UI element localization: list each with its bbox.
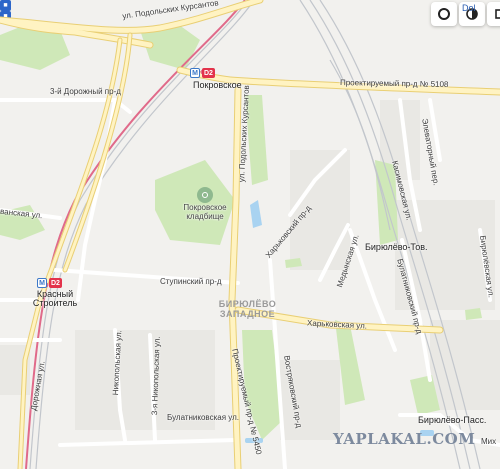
- street-label-stupinsky: Ступинский пр-д: [160, 277, 222, 286]
- station-label-pokrovskoe[interactable]: Покровское: [193, 80, 242, 90]
- street-label-bulatnikovskaya: Булатниковская ул.: [167, 413, 239, 422]
- cemetery-icon[interactable]: [197, 187, 213, 203]
- search-partial-text: Dol: [462, 3, 476, 13]
- poi-label-cemetery[interactable]: Покровское кладбище: [170, 203, 240, 222]
- pokrovskoe-station-badge[interactable]: М D2: [190, 68, 215, 78]
- d2-line-icon: D2: [49, 278, 62, 288]
- street-label-mikh: Мих: [481, 437, 497, 446]
- station-label-biryulevo-tov[interactable]: Бирюлёво-Тов.: [365, 242, 428, 252]
- station-label-biryulevo-pass[interactable]: Бирюлёво-Пасс.: [418, 415, 486, 425]
- station-label-krasny-stroitel[interactable]: Красный Строитель: [30, 289, 80, 309]
- layers-button[interactable]: [431, 2, 457, 26]
- map-canvas[interactable]: Dol ул. Подольских Курсантов Проектируем…: [0, 0, 500, 469]
- district-label: БИРЮЛЁВО ЗАПАДНОЕ: [218, 299, 277, 319]
- krasny-stroitel-station-badge[interactable]: М D2: [37, 278, 62, 288]
- metro-icon: М: [37, 278, 47, 288]
- panorama-icon: [495, 9, 500, 19]
- metro-icon: М: [190, 68, 200, 78]
- layers-icon: [438, 8, 450, 20]
- panorama-button[interactable]: [487, 2, 500, 26]
- watermark-text: YAPLAKAL.COM: [333, 430, 476, 448]
- street-label-dorozhny-3: 3-й Дорожный пр-д: [50, 87, 121, 96]
- d2-line-icon: D2: [202, 68, 215, 78]
